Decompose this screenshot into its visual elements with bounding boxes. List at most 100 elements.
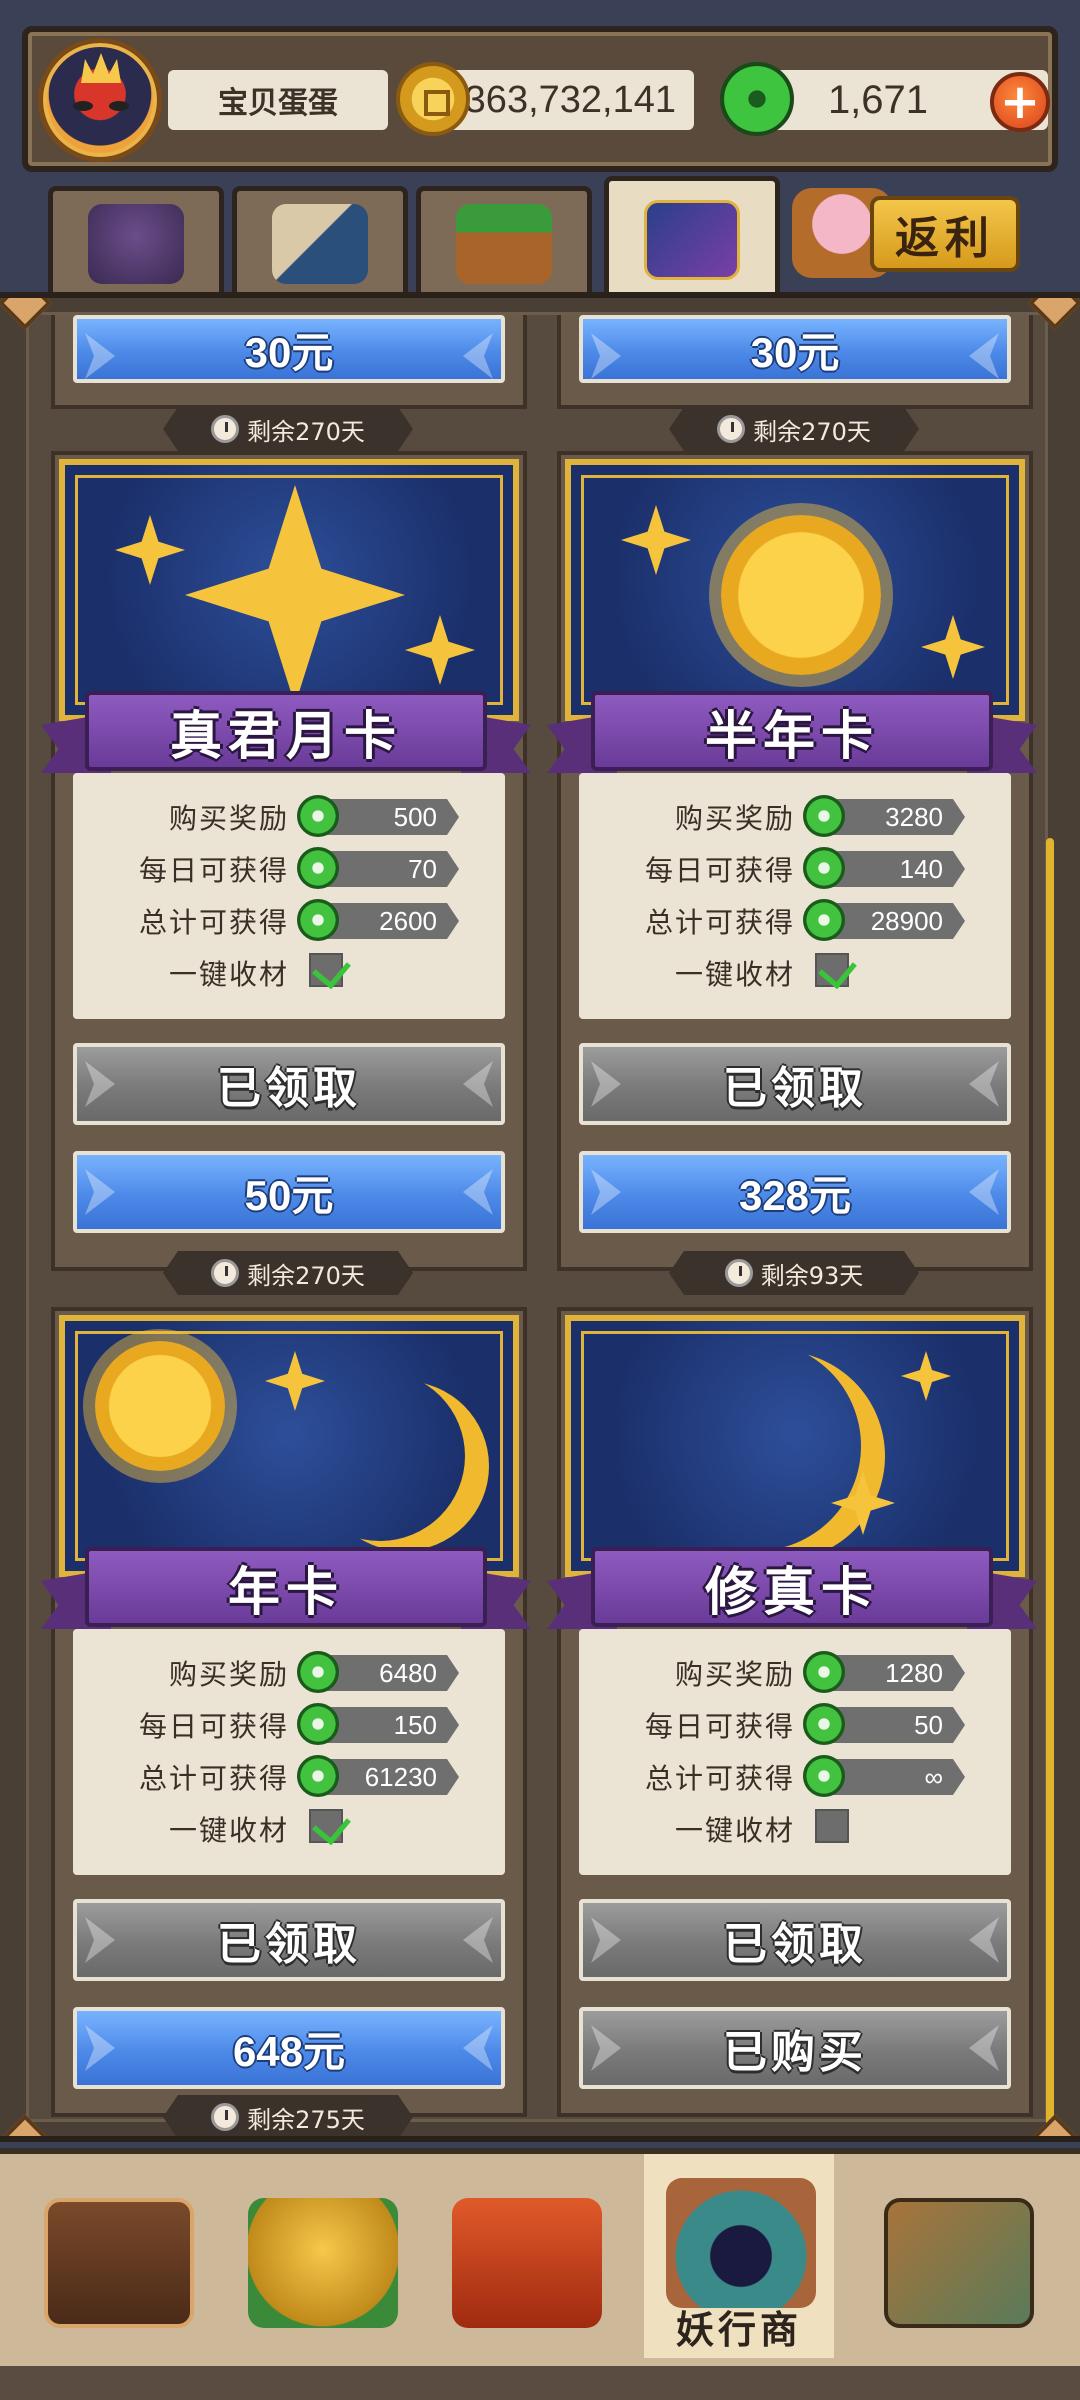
buy-button[interactable]: 648元 — [73, 2007, 505, 2089]
row-label: 总计可获得 — [644, 1762, 795, 1795]
nav-item-merchant[interactable]: 妖行商 — [644, 2154, 834, 2358]
rebate-button[interactable]: 返利 — [792, 188, 1024, 278]
card-title: 修真卡 — [591, 1547, 993, 1627]
clock-icon — [717, 415, 746, 443]
feather-scroll-icon — [272, 203, 368, 284]
card-title-ribbon: 真君月卡 — [41, 681, 531, 781]
partial-card-left: 30元 — [51, 315, 527, 409]
clock-icon — [211, 2103, 240, 2131]
row-label: 购买奖励 — [674, 802, 795, 835]
claimed-button[interactable]: 已领取 — [579, 1899, 1011, 1981]
card-yearly: 年卡 购买奖励 6480 每日可获得 150 总计可获得 61230 一键收材 已领取… — [41, 1307, 531, 2117]
remaining-days: 剩余270天 — [753, 417, 871, 446]
auto-collect-checkbox[interactable] — [815, 953, 849, 987]
claimed-button[interactable]: 已领取 — [73, 1899, 505, 1981]
clock-chest-icon — [44, 2198, 194, 2328]
remaining-days: 剩余275天 — [247, 2105, 365, 2134]
timer: 剩余93天 — [669, 1251, 919, 1295]
crown-icon — [81, 53, 121, 83]
auto-collect-checkbox[interactable] — [309, 1809, 343, 1843]
auto-collect-checkbox[interactable] — [815, 1809, 849, 1843]
sun-icon — [721, 515, 881, 675]
card-info: 购买奖励 1280 每日可获得 50 总计可获得 ∞ 一键收材 — [579, 1629, 1011, 1875]
moon-icon — [295, 1371, 465, 1541]
clock-icon — [724, 1259, 753, 1287]
row-label: 总计可获得 — [138, 906, 289, 939]
jade-icon — [720, 62, 794, 136]
tab-scrolls[interactable] — [232, 186, 408, 296]
timer: 剩余270天 — [163, 1251, 413, 1295]
buy-button[interactable]: 328元 — [579, 1151, 1011, 1233]
row-label: 购买奖励 — [674, 1658, 795, 1691]
jade-icon — [297, 1703, 339, 1745]
shadow-monster-icon — [88, 203, 184, 284]
nav-item-demon-gate[interactable] — [430, 2174, 620, 2364]
buy-button[interactable]: 50元 — [73, 1151, 505, 1233]
auto-collect-label: 一键收材 — [674, 958, 795, 991]
tab-monsters[interactable] — [48, 186, 224, 296]
jade-icon — [803, 847, 845, 889]
claimed-button[interactable]: 已领取 — [73, 1043, 505, 1125]
jade-icon — [803, 795, 845, 837]
jade-icon — [803, 1703, 845, 1745]
card-title: 年卡 — [85, 1547, 487, 1627]
jade-icon — [803, 899, 845, 941]
row-label: 每日可获得 — [644, 854, 795, 887]
jade-icon — [297, 899, 339, 941]
nav-item-star-book[interactable] — [862, 2174, 1052, 2364]
auto-collect-label: 一键收材 — [168, 1814, 289, 1847]
timer-partial-right: 剩余270天 — [669, 407, 919, 451]
add-jade-button[interactable]: + — [990, 72, 1050, 132]
buy-button-partial-right[interactable]: 30元 — [579, 315, 1011, 383]
gold-trophy-icon — [248, 2198, 398, 2328]
moon-card-icon — [644, 199, 740, 280]
nav-item-clock-chest[interactable] — [22, 2174, 212, 2364]
card-title: 真君月卡 — [85, 691, 487, 771]
jade-icon — [297, 847, 339, 889]
card-cultivation: 修真卡 购买奖励 1280 每日可获得 50 总计可获得 ∞ 一键收材 已领取 已购买 — [547, 1307, 1037, 2117]
jade-icon — [803, 1651, 845, 1693]
card-monthly: 真君月卡 购买奖励 500 每日可获得 70 总计可获得 2600 一键收材 已领取 … — [41, 451, 531, 1271]
row-label: 购买奖励 — [168, 802, 289, 835]
row-label: 每日可获得 — [138, 854, 289, 887]
card-shop-panel: 30元 剩余270天 30元 剩余270天 真君月卡 购买奖励 500 每日可获… — [0, 292, 1080, 2142]
jade-icon — [297, 1651, 339, 1693]
small-star-icon — [921, 615, 985, 679]
scrollbar[interactable] — [1046, 838, 1054, 2136]
small-star-icon — [901, 1351, 951, 1401]
card-title: 半年卡 — [591, 691, 993, 771]
small-star-icon — [115, 515, 185, 585]
card-title-ribbon: 修真卡 — [547, 1537, 1037, 1637]
buy-button-partial-left[interactable]: 30元 — [73, 315, 505, 383]
timer-partial-left: 剩余270天 — [163, 407, 413, 451]
card-title-ribbon: 半年卡 — [547, 681, 1037, 781]
card-half-year: 半年卡 购买奖励 3280 每日可获得 140 总计可获得 28900 一键收材 已领… — [547, 451, 1037, 1271]
clock-icon — [211, 1259, 240, 1287]
auto-collect-checkbox[interactable] — [309, 953, 343, 987]
row-label: 每日可获得 — [138, 1710, 289, 1743]
demon-gate-icon — [452, 2198, 602, 2328]
nav-item-trophy[interactable] — [226, 2174, 416, 2364]
purchased-button[interactable]: 已购买 — [579, 2007, 1011, 2089]
card-list[interactable]: 30元 剩余270天 30元 剩余270天 真君月卡 购买奖励 500 每日可获… — [26, 312, 1048, 2136]
jade-icon — [297, 795, 339, 837]
row-label: 购买奖励 — [168, 1658, 289, 1691]
auto-collect-label: 一键收材 — [168, 958, 289, 991]
tab-cards[interactable] — [604, 176, 780, 298]
player-name: 宝贝蛋蛋 — [168, 70, 388, 130]
jade-icon — [297, 1755, 339, 1797]
row-label: 每日可获得 — [644, 1710, 795, 1743]
remaining-days: 剩余93天 — [760, 1261, 864, 1290]
tab-treasure[interactable] — [416, 186, 592, 296]
mask-eye-right — [109, 101, 129, 111]
claimed-button[interactable]: 已领取 — [579, 1043, 1011, 1125]
card-title-ribbon: 年卡 — [41, 1537, 531, 1637]
bottom-nav: 妖行商 — [0, 2148, 1080, 2400]
remaining-days: 剩余270天 — [247, 1261, 365, 1290]
sun-icon — [95, 1341, 225, 1471]
big-star-icon — [185, 485, 405, 705]
card-info: 购买奖励 3280 每日可获得 140 总计可获得 28900 一键收材 — [579, 773, 1011, 1019]
small-star-icon — [621, 505, 691, 575]
card-info: 购买奖励 6480 每日可获得 150 总计可获得 61230 一键收材 — [73, 1629, 505, 1875]
player-avatar[interactable] — [38, 38, 162, 162]
